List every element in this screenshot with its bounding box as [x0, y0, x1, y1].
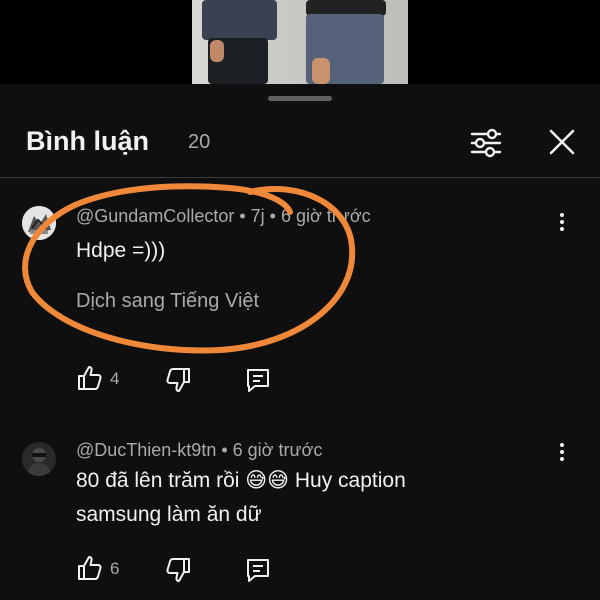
video-player[interactable]: [0, 0, 600, 84]
edited-label: 7j: [250, 206, 265, 226]
like-icon: [78, 366, 102, 390]
like-count: 6: [110, 559, 120, 578]
more-options-button[interactable]: [552, 210, 572, 240]
translate-link[interactable]: Dịch sang Tiếng Việt: [76, 290, 259, 313]
close-icon: [549, 129, 575, 155]
comments-sheet: Bình luận 20 @GundamCollector • 7j • 6 g…: [0, 84, 600, 600]
drag-handle[interactable]: [268, 96, 332, 101]
dislike-button[interactable]: [164, 556, 192, 584]
comment-item: @GundamCollector • 7j • 6 giờ trước Hdpe…: [0, 202, 600, 402]
reply-button[interactable]: [244, 366, 272, 394]
close-button[interactable]: [544, 124, 580, 160]
comment-text: Hdpe =))): [76, 239, 166, 262]
like-button[interactable]: 6: [76, 554, 128, 582]
author-name[interactable]: @DucThien-kt9tn: [76, 440, 216, 460]
comments-count: 20: [188, 131, 211, 153]
more-vert-icon: [552, 213, 572, 231]
video-frame: [192, 0, 408, 84]
comment-item: @DucThien-kt9tn • 6 giờ trước 80 đã lên …: [0, 432, 600, 600]
comment-text-line: samsung làm ăn dữ: [76, 503, 262, 526]
comment-text: 80 đã lên trăm rồi 😅😅 Huy caption samsun…: [76, 464, 496, 532]
dislike-icon: [166, 368, 190, 392]
reply-icon: [247, 559, 269, 582]
author-name[interactable]: @GundamCollector: [76, 206, 234, 226]
reply-icon: [247, 369, 269, 392]
more-options-button[interactable]: [552, 440, 572, 470]
comment-text-line: 80 đã lên trăm rồi 😅😅 Huy caption: [76, 469, 406, 492]
reply-button[interactable]: [244, 556, 272, 584]
comments-header: Bình luận 20: [0, 104, 600, 178]
avatar[interactable]: [22, 442, 56, 476]
comment-meta: @GundamCollector • 7j • 6 giờ trước: [76, 206, 371, 226]
comment-meta: @DucThien-kt9tn • 6 giờ trước: [76, 440, 323, 460]
filter-icon: [470, 128, 502, 158]
like-button[interactable]: 4: [76, 364, 128, 392]
dislike-button[interactable]: [164, 366, 192, 394]
more-vert-icon: [552, 443, 572, 461]
filter-button[interactable]: [466, 125, 506, 161]
comment-time: 6 giờ trước: [232, 440, 323, 460]
like-icon: [78, 556, 102, 580]
comments-title: Bình luận: [26, 126, 149, 156]
like-count: 4: [110, 369, 120, 388]
avatar[interactable]: [22, 206, 56, 240]
comment-time: 6 giờ trước: [280, 206, 371, 226]
dislike-icon: [166, 558, 190, 582]
